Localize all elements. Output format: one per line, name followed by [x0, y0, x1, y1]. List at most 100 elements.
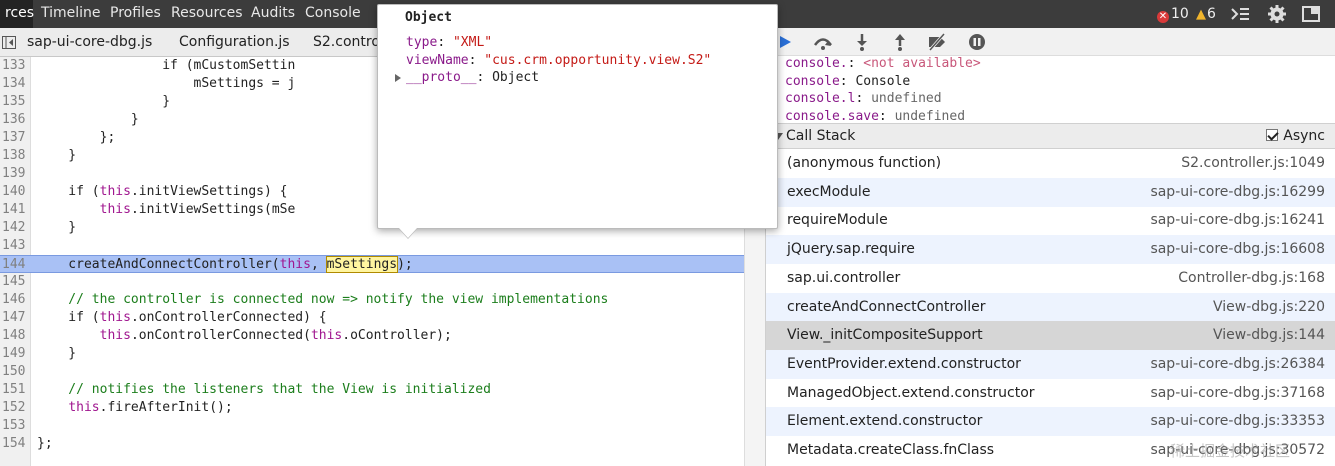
call-frame[interactable]: (anonymous function) S2.controller.js:104…: [766, 149, 1335, 178]
tab-audits[interactable]: Audits: [246, 0, 300, 28]
code-line[interactable]: 148 this.onControllerConnected(this.oCon…: [0, 327, 744, 345]
call-frame[interactable]: ManagedObject.extend.constructor sap-ui-c…: [766, 379, 1335, 408]
pause-on-exceptions-icon[interactable]: [966, 32, 988, 52]
line-number[interactable]: 138: [2, 147, 29, 165]
line-number[interactable]: 135: [2, 93, 29, 111]
code-token: .fireAfterInit();: [99, 400, 233, 415]
line-number[interactable]: 136: [2, 111, 29, 129]
line-number[interactable]: 139: [2, 165, 29, 183]
line-number[interactable]: 146: [2, 291, 29, 309]
line-number[interactable]: 140: [2, 183, 29, 201]
call-frame[interactable]: createAndConnectController View-dbg.js:22…: [766, 292, 1335, 322]
code-line[interactable]: 146 // the controller is connected now =…: [0, 291, 744, 309]
deactivate-breakpoints-icon[interactable]: [926, 32, 948, 52]
code-token: }: [37, 112, 139, 127]
expand-proto-icon[interactable]: [395, 74, 401, 82]
line-number[interactable]: 150: [2, 363, 29, 381]
call-frame-selected[interactable]: View._initCompositeSupport View-dbg.js:14…: [766, 321, 1335, 351]
call-stack-header[interactable]: Call Stack Async: [766, 123, 1335, 149]
code-line[interactable]: 149 }: [0, 345, 744, 363]
property-key: __proto__: [406, 70, 477, 85]
line-number[interactable]: 145: [2, 273, 29, 291]
watch-expression[interactable]: console.l: undefined: [785, 90, 942, 107]
call-frame[interactable]: EventProvider.extend.constructor sap-ui-c…: [766, 349, 1335, 379]
property-value: Object: [492, 70, 540, 85]
line-number[interactable]: 137: [2, 129, 29, 147]
line-number[interactable]: 143: [2, 237, 29, 255]
tab-sources[interactable]: rces: [0, 0, 34, 28]
dock-icon[interactable]: [1300, 4, 1322, 24]
frame-location-link[interactable]: View-dbg.js:220: [1213, 293, 1325, 322]
frame-function: Metadata.createClass.fnClass: [787, 442, 995, 458]
line-number[interactable]: 134: [2, 75, 29, 93]
async-toggle[interactable]: Async: [1266, 124, 1325, 149]
console-drawer-icon[interactable]: [1229, 4, 1251, 24]
code-line[interactable]: 147 if (this.onControllerConnected) {: [0, 309, 744, 327]
watch-separator: :: [855, 91, 872, 106]
call-frame[interactable]: sap.ui.controller Controller-dbg.js:168: [766, 264, 1335, 293]
code-text: this.initViewSettings(mSe: [37, 201, 296, 219]
code-token: .onControllerConnected) {: [130, 310, 327, 325]
tab-resources[interactable]: Resources: [166, 0, 248, 28]
frame-location-link[interactable]: View-dbg.js:144: [1213, 321, 1325, 350]
code-text: if (this.initViewSettings) {: [37, 183, 287, 201]
code-line[interactable]: 154};: [0, 435, 744, 453]
tab-profiles[interactable]: Profiles: [105, 0, 166, 28]
watch-expression[interactable]: console.save: undefined: [785, 108, 965, 125]
popover-property: __proto__: Object: [406, 69, 539, 86]
frame-location-link[interactable]: sap-ui-core-dbg.js:33353: [1150, 407, 1325, 436]
call-frame[interactable]: Element.extend.constructor sap-ui-core-db…: [766, 407, 1335, 437]
line-number[interactable]: 147: [2, 309, 29, 327]
line-number[interactable]: 154: [2, 435, 29, 453]
line-number[interactable]: 141: [2, 201, 29, 219]
property-key: viewName: [406, 53, 469, 68]
navigator-toggle-icon[interactable]: [2, 36, 16, 49]
file-tab-s2-controller[interactable]: S2.contro: [313, 28, 380, 56]
watch-expression[interactable]: console: Console: [785, 73, 910, 90]
frame-location-link[interactable]: sap-ui-core-dbg.js:16608: [1150, 235, 1325, 264]
code-line[interactable]: 150: [0, 363, 744, 381]
settings-gear-icon[interactable]: [1266, 4, 1288, 24]
code-token: if (: [37, 184, 100, 199]
step-over-icon[interactable]: [812, 32, 834, 52]
tab-console[interactable]: Console: [300, 0, 366, 28]
current-execution-line[interactable]: 144 createAndConnectController(this, mSe…: [0, 255, 744, 273]
line-number[interactable]: 133: [2, 57, 29, 75]
warning-counter[interactable]: ▲6: [1196, 0, 1216, 28]
frame-location-link[interactable]: Controller-dbg.js:168: [1178, 264, 1325, 293]
frame-location-link[interactable]: sap-ui-core-dbg.js:37168: [1150, 379, 1325, 408]
call-frame[interactable]: execModule sap-ui-core-dbg.js:16299: [766, 177, 1335, 207]
line-number[interactable]: 152: [2, 399, 29, 417]
watch-expression[interactable]: console.: <not available>: [785, 56, 981, 72]
code-line[interactable]: 143: [0, 237, 744, 255]
code-text: };: [37, 129, 116, 147]
line-number[interactable]: 144: [2, 256, 29, 274]
line-number[interactable]: 142: [2, 219, 29, 237]
step-out-icon[interactable]: [889, 32, 911, 52]
hovered-token[interactable]: mSettings: [325, 256, 399, 273]
code-line[interactable]: 145: [0, 273, 744, 291]
call-frame[interactable]: jQuery.sap.require sap-ui-core-dbg.js:166…: [766, 235, 1335, 265]
watch-value: <not available>: [863, 56, 981, 71]
line-number[interactable]: 153: [2, 417, 29, 435]
async-checkbox[interactable]: [1266, 129, 1279, 141]
call-frame[interactable]: requireModule sap-ui-core-dbg.js:16241: [766, 206, 1335, 235]
line-number[interactable]: 149: [2, 345, 29, 363]
file-tab-sap-ui-core[interactable]: sap-ui-core-dbg.js: [27, 28, 152, 56]
frame-location-link[interactable]: sap-ui-core-dbg.js:16241: [1150, 206, 1325, 235]
popover-property: viewName: "cus.crm.opportunity.view.S2": [406, 52, 711, 69]
line-number[interactable]: 148: [2, 327, 29, 345]
code-token: );: [397, 257, 413, 272]
file-tab-configuration[interactable]: Configuration.js: [179, 28, 290, 56]
code-line[interactable]: 153: [0, 417, 744, 435]
frame-location-link[interactable]: sap-ui-core-dbg.js:26384: [1150, 350, 1325, 379]
tab-timeline[interactable]: Timeline: [36, 0, 106, 28]
error-counter[interactable]: ✕ 10: [1157, 0, 1189, 28]
code-text: mSettings = j: [37, 75, 296, 93]
code-line[interactable]: 151 // notifies the listeners that the V…: [0, 381, 744, 399]
frame-location-link[interactable]: sap-ui-core-dbg.js:16299: [1150, 178, 1325, 207]
line-number[interactable]: 151: [2, 381, 29, 399]
step-into-icon[interactable]: [851, 32, 873, 52]
frame-location-link[interactable]: S2.controller.js:1049: [1181, 149, 1325, 178]
code-line[interactable]: 152 this.fireAfterInit();: [0, 399, 744, 417]
